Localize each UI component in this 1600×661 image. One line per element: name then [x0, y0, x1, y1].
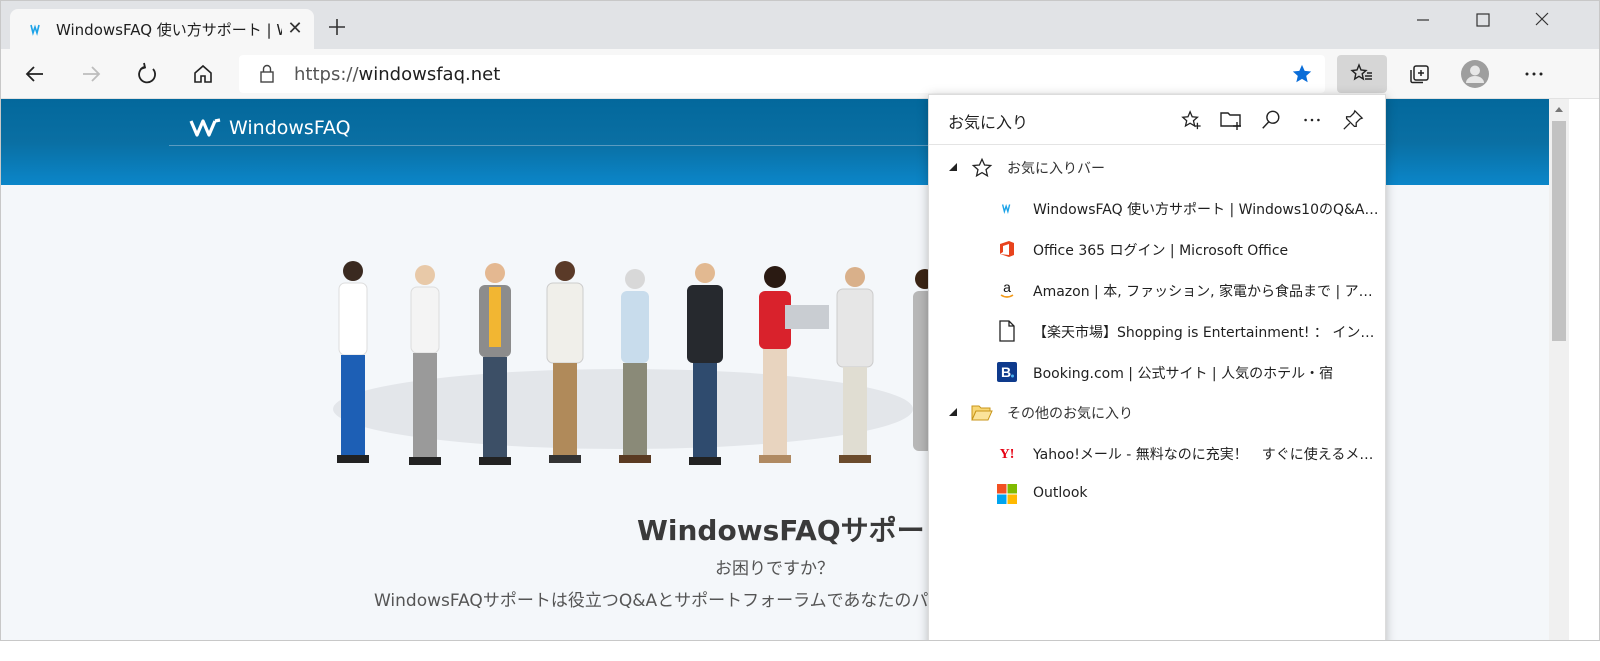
url-text: https://windowsfaq.net: [294, 64, 500, 85]
maximize-icon[interactable]: [1459, 5, 1505, 35]
new-tab-icon[interactable]: [325, 15, 349, 39]
profile-button[interactable]: [1459, 58, 1491, 90]
favorites-more-button[interactable]: [1299, 107, 1325, 133]
collections-icon: [1410, 65, 1429, 84]
add-favorite-button[interactable]: [1178, 107, 1204, 133]
header-divider: [169, 145, 949, 146]
favorite-item[interactable]: Outlook: [929, 474, 1385, 514]
avatar-icon: [1461, 60, 1489, 88]
scroll-up-arrow-icon[interactable]: [1549, 101, 1569, 119]
folder-favorites-bar[interactable]: お気に入りバー: [929, 147, 1385, 187]
page-subtitle: お困りですか？: [715, 559, 834, 579]
favorite-item-label: 【楽天市場】Shopping is Entertainment! ： インターネ…: [1033, 325, 1379, 341]
back-arrow-icon: [25, 66, 43, 82]
logo-text: WindowsFAQ: [229, 117, 351, 139]
windowsfaq-logo-icon: [189, 118, 221, 137]
svg-text:B: B: [1001, 364, 1011, 380]
favorites-title: お気に入り: [948, 113, 1029, 132]
refresh-icon: [138, 62, 156, 84]
person-figure: [619, 269, 651, 463]
browser-window: WindowsFAQ 使い方サポート | Windows10のQ&A情報 ✕: [0, 0, 1600, 641]
favorite-item[interactable]: Office 365 ログイン | Microsoft Office: [929, 229, 1385, 269]
minimize-icon[interactable]: [1399, 5, 1445, 35]
lock-icon[interactable]: [259, 64, 275, 84]
more-horizontal-icon: [1525, 72, 1543, 76]
add-folder-icon: [1220, 112, 1241, 130]
tab-title: WindowsFAQ 使い方サポート | Windows10のQ&A情報: [56, 21, 282, 39]
favorite-star-filled-icon[interactable]: [1291, 63, 1313, 85]
person-figure: [337, 261, 369, 463]
star-outline-icon: [971, 157, 993, 179]
yahoo-icon: Y!: [996, 442, 1018, 464]
page-description: WindowsFAQサポートは役立つQ&Aとサポートフォーラムであなたのパソコン: [374, 591, 980, 611]
booking-icon: B: [996, 361, 1018, 383]
forward-arrow-icon: [83, 66, 101, 82]
home-icon: [194, 64, 212, 83]
favorite-item-label: Yahoo!メール - 無料なのに充実！ すぐに使えるメール: [1033, 447, 1379, 463]
navigation-bar: https://windowsfaq.net: [1, 49, 1599, 99]
svg-text:Y!: Y!: [1000, 447, 1015, 461]
more-horizontal-icon: [1304, 118, 1320, 122]
site-logo[interactable]: WindowsFAQ: [189, 117, 351, 139]
favorite-item-label: WindowsFAQ 使い方サポート | Windows10のQ&A情報: [1033, 202, 1379, 218]
settings-more-button[interactable]: [1518, 58, 1550, 90]
favorite-item[interactable]: a Amazon | 本, ファッション, 家電から食品まで | アマゾン: [929, 270, 1385, 310]
favorite-item-label: Booking.com | 公式サイト | 人気のホテル・宿: [1033, 366, 1334, 382]
url-host: windowsfaq.net: [358, 64, 501, 85]
favorite-item-label: Office 365 ログイン | Microsoft Office: [1033, 243, 1289, 259]
favorite-item[interactable]: 【楽天市場】Shopping is Entertainment! ： インターネ…: [929, 311, 1385, 351]
add-folder-button[interactable]: [1218, 107, 1244, 133]
url-scheme: https://: [294, 64, 359, 85]
tab-close-icon[interactable]: ✕: [286, 20, 304, 38]
favorites-panel: お気に入り お気に入りバー WindowsFAQ 使い方サポート | Windo…: [928, 94, 1386, 640]
office-icon: [996, 238, 1018, 260]
microsoft-icon: [996, 483, 1018, 505]
tab-strip: WindowsFAQ 使い方サポート | Windows10のQ&A情報 ✕: [1, 1, 1599, 49]
person-figure: [479, 263, 511, 465]
folder-label: お気に入りバー: [1007, 161, 1105, 177]
pin-favorites-button[interactable]: [1340, 107, 1366, 133]
person-figure: [409, 265, 441, 465]
favorite-item-label: Outlook: [1033, 485, 1088, 501]
address-bar[interactable]: https://windowsfaq.net: [239, 55, 1325, 93]
tab-windowsfaq[interactable]: WindowsFAQ 使い方サポート | Windows10のQ&A情報 ✕: [10, 9, 314, 49]
folder-label: その他のお気に入り: [1007, 406, 1133, 422]
folder-open-icon: [971, 402, 993, 424]
back-button[interactable]: [19, 58, 51, 90]
close-window-icon[interactable]: [1519, 5, 1565, 35]
favorites-button[interactable]: [1337, 55, 1387, 93]
page-title: WindowsFAQサポート: [637, 514, 953, 547]
scrollbar-thumb[interactable]: [1552, 121, 1566, 341]
windowsfaq-favicon: [30, 24, 40, 36]
forward-button[interactable]: [75, 58, 107, 90]
refresh-button[interactable]: [131, 58, 163, 90]
pin-icon: [1343, 109, 1364, 130]
search-favorites-button[interactable]: [1258, 107, 1284, 133]
svg-text:a: a: [1003, 280, 1011, 295]
page-icon: [996, 320, 1018, 342]
windowsfaq-favicon: [996, 197, 1018, 219]
hero-people-image: [333, 261, 933, 465]
collapse-triangle-icon[interactable]: [948, 407, 958, 417]
favorite-item[interactable]: B Booking.com | 公式サイト | 人気のホテル・宿: [929, 352, 1385, 392]
favorite-item[interactable]: Y! Yahoo!メール - 無料なのに充実！ すぐに使えるメール: [929, 433, 1385, 473]
page-scrollbar[interactable]: [1549, 99, 1569, 640]
add-favorite-star-icon: [1181, 110, 1201, 130]
folder-other-favorites[interactable]: その他のお気に入り: [929, 392, 1385, 432]
amazon-icon: a: [996, 279, 1018, 301]
favorite-item-label: Amazon | 本, ファッション, 家電から食品まで | アマゾン: [1033, 284, 1379, 300]
favorites-list-icon: [1350, 63, 1372, 81]
search-icon: [1262, 110, 1280, 129]
collections-button[interactable]: [1403, 58, 1435, 90]
home-button[interactable]: [187, 58, 219, 90]
favorite-item[interactable]: WindowsFAQ 使い方サポート | Windows10のQ&A情報: [929, 188, 1385, 228]
collapse-triangle-icon[interactable]: [948, 162, 958, 172]
favorites-header: お気に入り: [929, 95, 1385, 145]
